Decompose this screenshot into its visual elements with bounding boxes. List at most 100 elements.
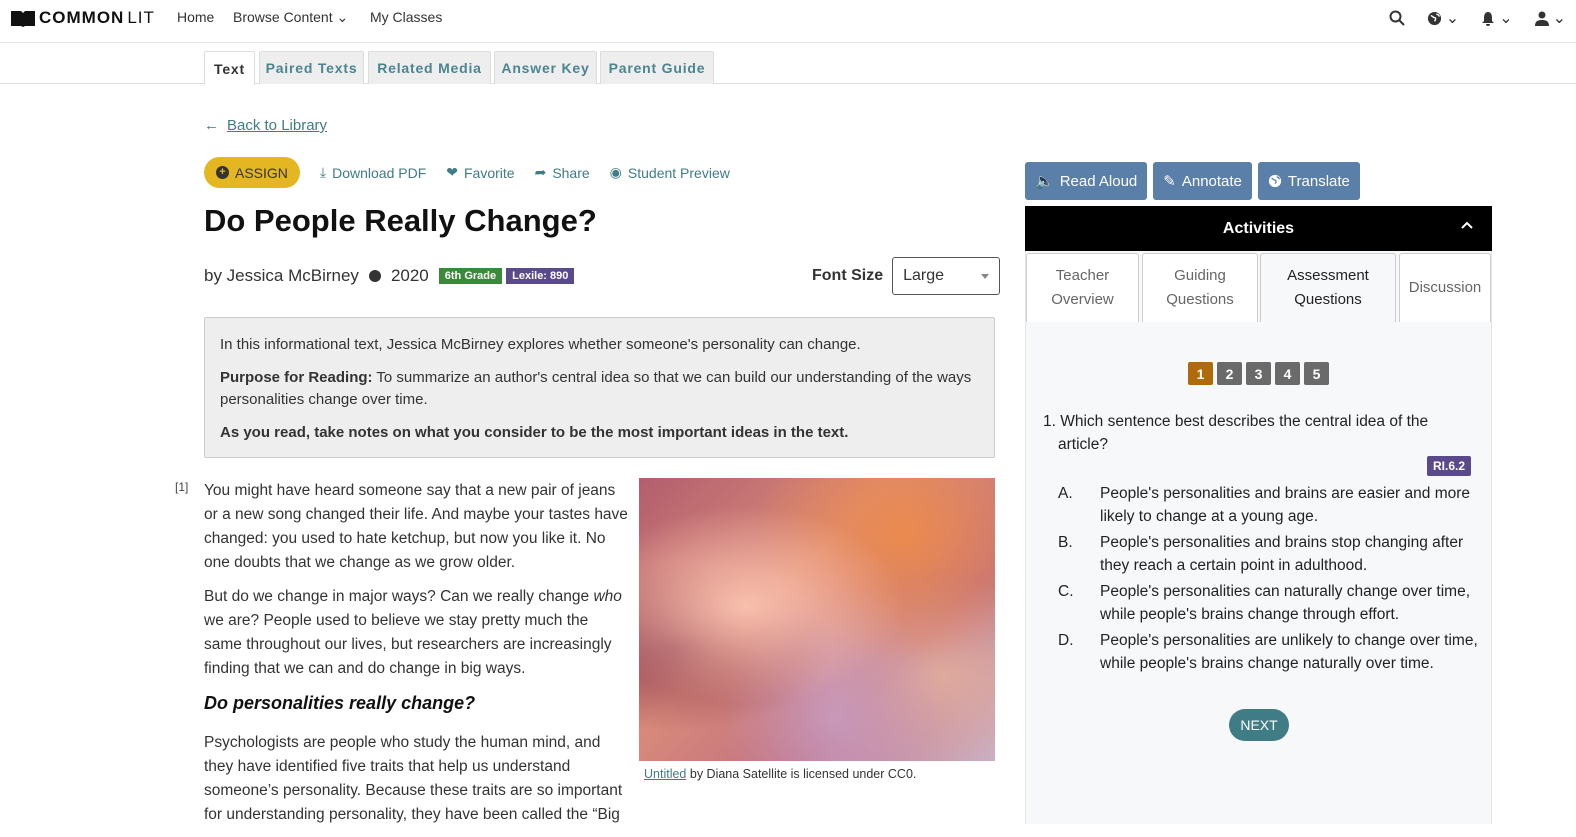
- annotate-button[interactable]: ✎ Annotate: [1153, 162, 1252, 200]
- answer-choice[interactable]: C. People's personalities can naturally c…: [1058, 580, 1478, 626]
- separator-dot: [368, 270, 381, 282]
- paragraph: But do we change in major ways? Can we r…: [204, 585, 629, 681]
- assign-label: ASSIGN: [235, 164, 288, 181]
- activities-header[interactable]: Activities: [1025, 206, 1492, 251]
- image-caption: Untitled by Diana Satellite is licensed …: [644, 767, 916, 781]
- tab-parent-guide[interactable]: Parent Guide: [600, 51, 714, 84]
- reading-tools: 🔈 Read Aloud ✎ Annotate Translate: [1025, 162, 1360, 200]
- tab-related-media[interactable]: Related Media: [368, 51, 491, 84]
- tab-guiding-questions[interactable]: Guiding Questions: [1142, 253, 1258, 322]
- share-icon: ➦: [534, 164, 547, 180]
- question-number-button[interactable]: 2: [1217, 362, 1242, 385]
- font-size-control: Font Size Large: [812, 257, 1001, 295]
- purpose-label: Purpose for Reading:: [220, 369, 373, 386]
- intro-box: In this informational text, Jessica McBi…: [204, 317, 995, 458]
- action-bar: + ASSIGN ⤓ Download PDF ❤ Favorite ➦ Share ◉…: [204, 157, 730, 188]
- commonlit-logo[interactable]: COMMON LIT: [10, 8, 155, 28]
- arrow-left-icon: ←: [204, 117, 219, 134]
- search-button[interactable]: [1389, 10, 1405, 26]
- author: by Jessica McBirney: [204, 266, 359, 285]
- chevron-down-icon: ⌄: [1499, 10, 1513, 27]
- intro-instruction: As you read, take notes on what you cons…: [220, 424, 849, 441]
- text-meta: by Jessica McBirney 2020 6th Grade Lexil…: [204, 266, 575, 286]
- assign-button[interactable]: + ASSIGN: [204, 157, 300, 188]
- back-to-library-link[interactable]: ← Back to Library: [204, 117, 327, 134]
- heart-plus-icon: ❤: [446, 164, 458, 180]
- user-menu[interactable]: ⌄: [1534, 8, 1566, 28]
- nav-browse-content[interactable]: Browse Content ⌄: [233, 9, 348, 26]
- year: 2020: [390, 266, 429, 285]
- question-number-button[interactable]: 3: [1246, 362, 1271, 385]
- caption-text: by Diana Satellite is licensed under CC0…: [686, 767, 917, 781]
- speaker-icon: 🔈: [1035, 173, 1054, 190]
- tab-line: Guiding: [1174, 267, 1226, 284]
- tab-text[interactable]: Text: [204, 51, 255, 85]
- paragraph: You might have heard someone say that a …: [204, 482, 628, 571]
- notifications-menu[interactable]: ⌄: [1481, 8, 1513, 28]
- image-source-link[interactable]: Untitled: [644, 767, 686, 781]
- tab-line: Questions: [1294, 291, 1362, 308]
- share-button[interactable]: ➦ Share: [535, 164, 590, 181]
- question-number-button[interactable]: 5: [1304, 362, 1329, 385]
- logo-light: LIT: [127, 8, 155, 27]
- tab-line: Questions: [1166, 291, 1234, 308]
- bell-icon: [1482, 11, 1495, 26]
- tab-line: Teacher: [1055, 267, 1110, 284]
- question-number-button[interactable]: 4: [1275, 362, 1300, 385]
- question-text: 1. Which sentence best describes the cen…: [1043, 413, 1429, 453]
- globe-icon: [1268, 174, 1282, 188]
- favorite-button[interactable]: ❤ Favorite: [446, 164, 514, 181]
- pen-icon: ✎: [1163, 173, 1176, 190]
- next-button[interactable]: NEXT: [1229, 709, 1289, 741]
- tab-line: Assessment: [1287, 267, 1369, 284]
- activities-title: Activities: [1222, 219, 1295, 237]
- emphasis: who: [593, 588, 622, 605]
- answer-choice[interactable]: D. People's personalities are unlikely to…: [1058, 629, 1478, 675]
- student-preview-button[interactable]: ◉ Student Preview: [610, 164, 730, 181]
- answer-choices: A. People's personalities and brains are …: [1058, 482, 1478, 678]
- eye-icon: ◉: [609, 164, 622, 180]
- answer-choice[interactable]: B. People's personalities and brains stop…: [1058, 531, 1478, 577]
- standard-badge: RI.6.2: [1427, 456, 1472, 476]
- choice-letter: B.: [1058, 534, 1073, 551]
- tab-assessment-questions[interactable]: Assessment Questions: [1260, 253, 1396, 322]
- choice-letter: A.: [1058, 485, 1073, 502]
- answer-choice[interactable]: A. People's personalities and brains are …: [1058, 482, 1478, 528]
- choice-text: People's personalities and brains are ea…: [1100, 485, 1471, 525]
- tab-discussion[interactable]: Discussion: [1399, 253, 1491, 322]
- chevron-down-icon: ⌄: [1552, 10, 1566, 27]
- font-size-label: Font Size: [812, 267, 884, 284]
- translate-button[interactable]: Translate: [1257, 162, 1360, 200]
- tab-paired-texts[interactable]: Paired Texts: [259, 51, 364, 84]
- nav-browse-label: Browse Content: [233, 9, 333, 25]
- favorite-label: Favorite: [464, 164, 515, 181]
- choice-text: People's personalities are unlikely to c…: [1100, 632, 1478, 672]
- tab-answer-key[interactable]: Answer Key: [494, 51, 597, 84]
- read-aloud-button[interactable]: 🔈 Read Aloud: [1025, 162, 1148, 200]
- download-pdf-button[interactable]: ⤓ Download PDF: [320, 164, 426, 181]
- download-icon: ⤓: [319, 164, 327, 180]
- share-label: Share: [552, 164, 590, 181]
- choice-letter: D.: [1058, 632, 1074, 649]
- caret-down-icon: [981, 273, 990, 279]
- choice-text: People's personalities and brains stop c…: [1100, 534, 1464, 574]
- text-tabs: Text Paired Texts Related Media Answer K…: [0, 43, 1576, 85]
- language-menu[interactable]: ⌄: [1427, 8, 1459, 28]
- download-label: Download PDF: [332, 164, 427, 181]
- article-body: You might have heard someone say that a …: [204, 479, 629, 837]
- section-heading: Do personalities really change?: [204, 693, 476, 713]
- nav-my-classes[interactable]: My Classes: [370, 9, 442, 25]
- choice-letter: C.: [1058, 583, 1074, 600]
- question-pager: 1 2 3 4 5: [1188, 362, 1329, 385]
- annotate-label: Annotate: [1181, 172, 1242, 190]
- lexile-badge: Lexile: 890: [506, 268, 575, 284]
- purpose-for-reading: Purpose for Reading: To summarize an aut…: [220, 367, 979, 411]
- nav-home[interactable]: Home: [177, 9, 214, 25]
- book-icon: [11, 11, 35, 27]
- read-aloud-label: Read Aloud: [1059, 172, 1138, 190]
- font-size-select[interactable]: Large: [892, 257, 1001, 295]
- top-nav: COMMON LIT Home Browse Content ⌄ My Class…: [0, 0, 1576, 43]
- question-number-button[interactable]: 1: [1188, 362, 1213, 385]
- globe-icon: [1427, 11, 1441, 25]
- tab-teacher-overview[interactable]: Teacher Overview: [1026, 253, 1139, 322]
